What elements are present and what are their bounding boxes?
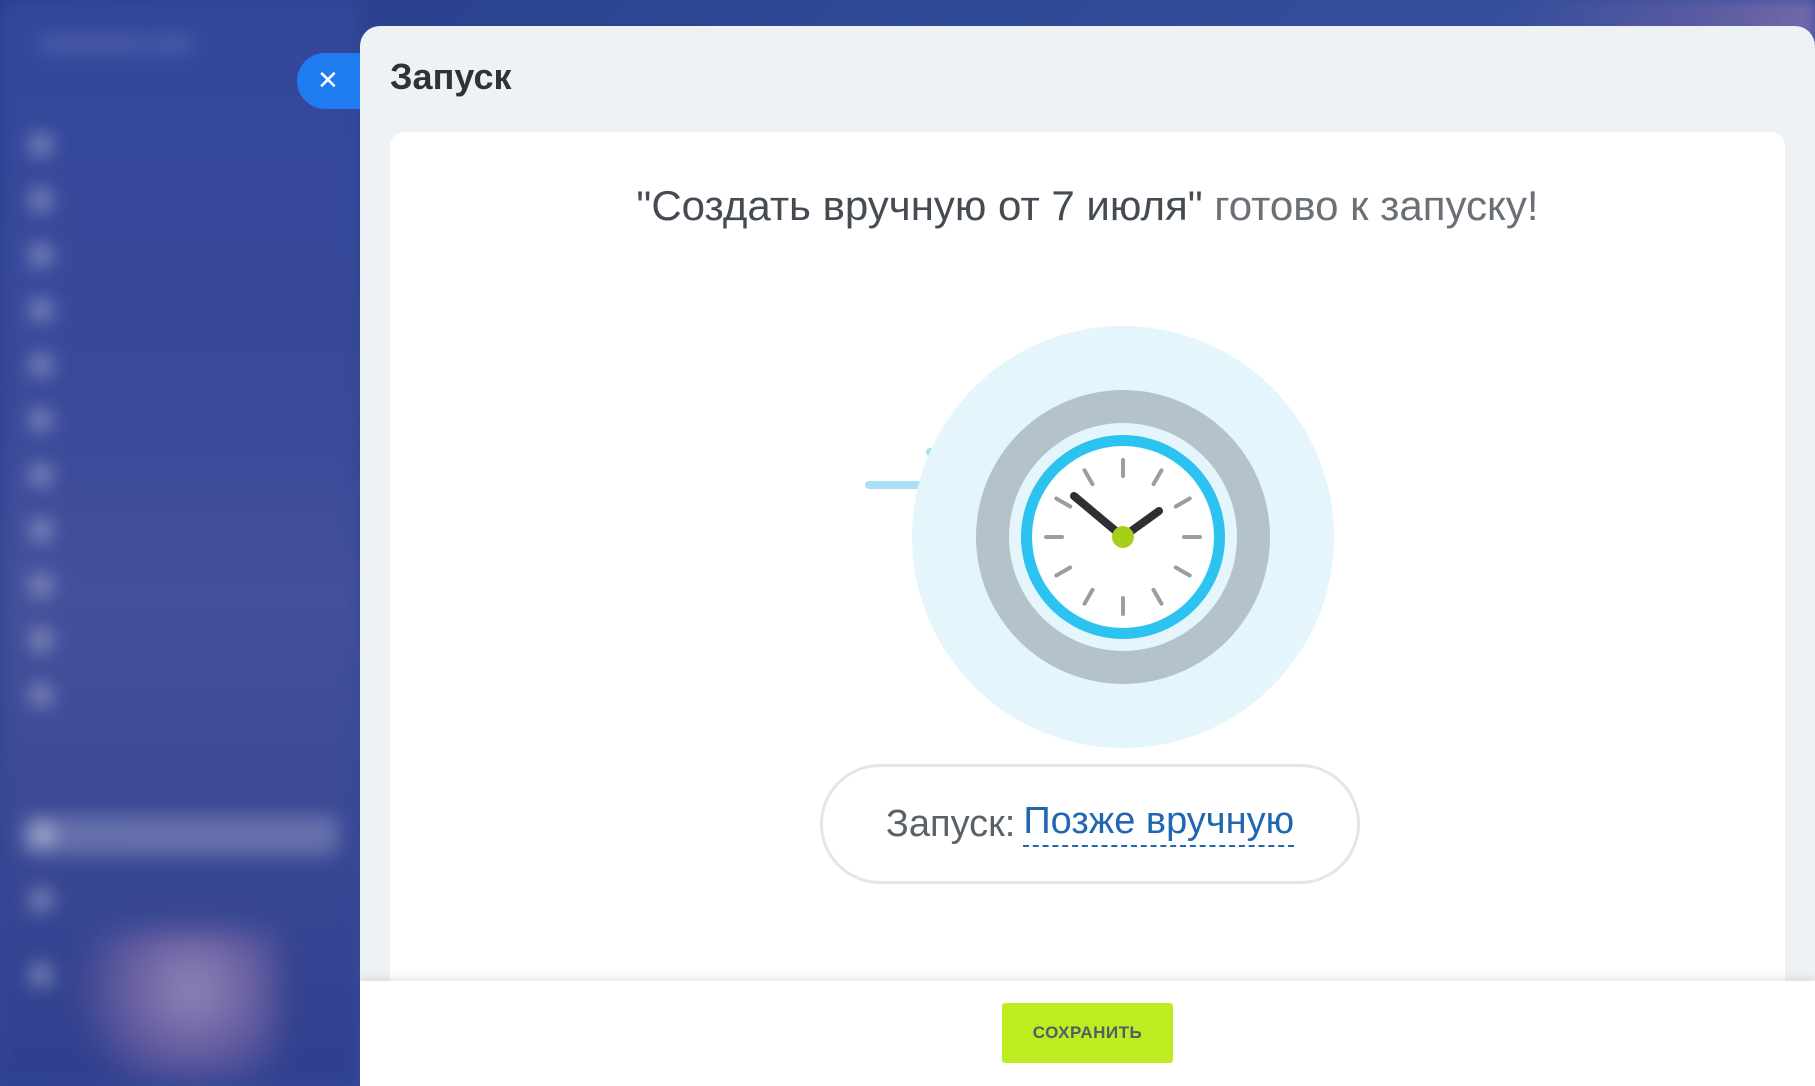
background-menu-item	[30, 455, 330, 495]
background-menu-item	[30, 880, 330, 920]
launch-label: Запуск:	[885, 802, 1016, 845]
footer-bar: СОХРАНИТЬ	[360, 981, 1815, 1086]
launch-slider-panel: Запуск "Создать вручную от 7 июля" готов…	[360, 26, 1815, 1086]
close-icon: ✕	[317, 66, 339, 96]
background-logo: ▭▭▭▭▭ ▭▭	[40, 30, 192, 55]
background-decoration	[60, 930, 280, 1080]
campaign-name: "Создать вручную от 7 июля"	[636, 182, 1203, 229]
background-menu-item	[30, 290, 330, 330]
ready-text: готово к запуску!	[1214, 182, 1539, 229]
background-menu-item	[30, 345, 330, 385]
background-sidebar: ▭▭▭▭▭ ▭▭	[0, 0, 360, 1086]
background-menu-item	[30, 180, 330, 220]
launch-mode-link[interactable]: Позже вручную	[1023, 800, 1295, 847]
launch-mode-selector: Запуск: Позже вручную	[820, 764, 1360, 884]
background-menu-item	[30, 235, 330, 275]
background-menu-item	[30, 510, 330, 550]
background-menu-item	[30, 400, 330, 440]
ready-heading: "Создать вручную от 7 июля" готово к зап…	[390, 182, 1785, 230]
background-menu-item	[30, 675, 330, 715]
background-menu-item	[30, 125, 330, 165]
save-button[interactable]: СОХРАНИТЬ	[1002, 1003, 1173, 1063]
page-title: Запуск	[390, 56, 512, 97]
clock-icon	[865, 326, 1334, 748]
launch-card: "Создать вручную от 7 июля" готово к зап…	[390, 132, 1785, 1002]
background-menu-item	[30, 565, 330, 605]
background-menu-item-active	[22, 815, 338, 855]
background-menu-item	[30, 620, 330, 660]
